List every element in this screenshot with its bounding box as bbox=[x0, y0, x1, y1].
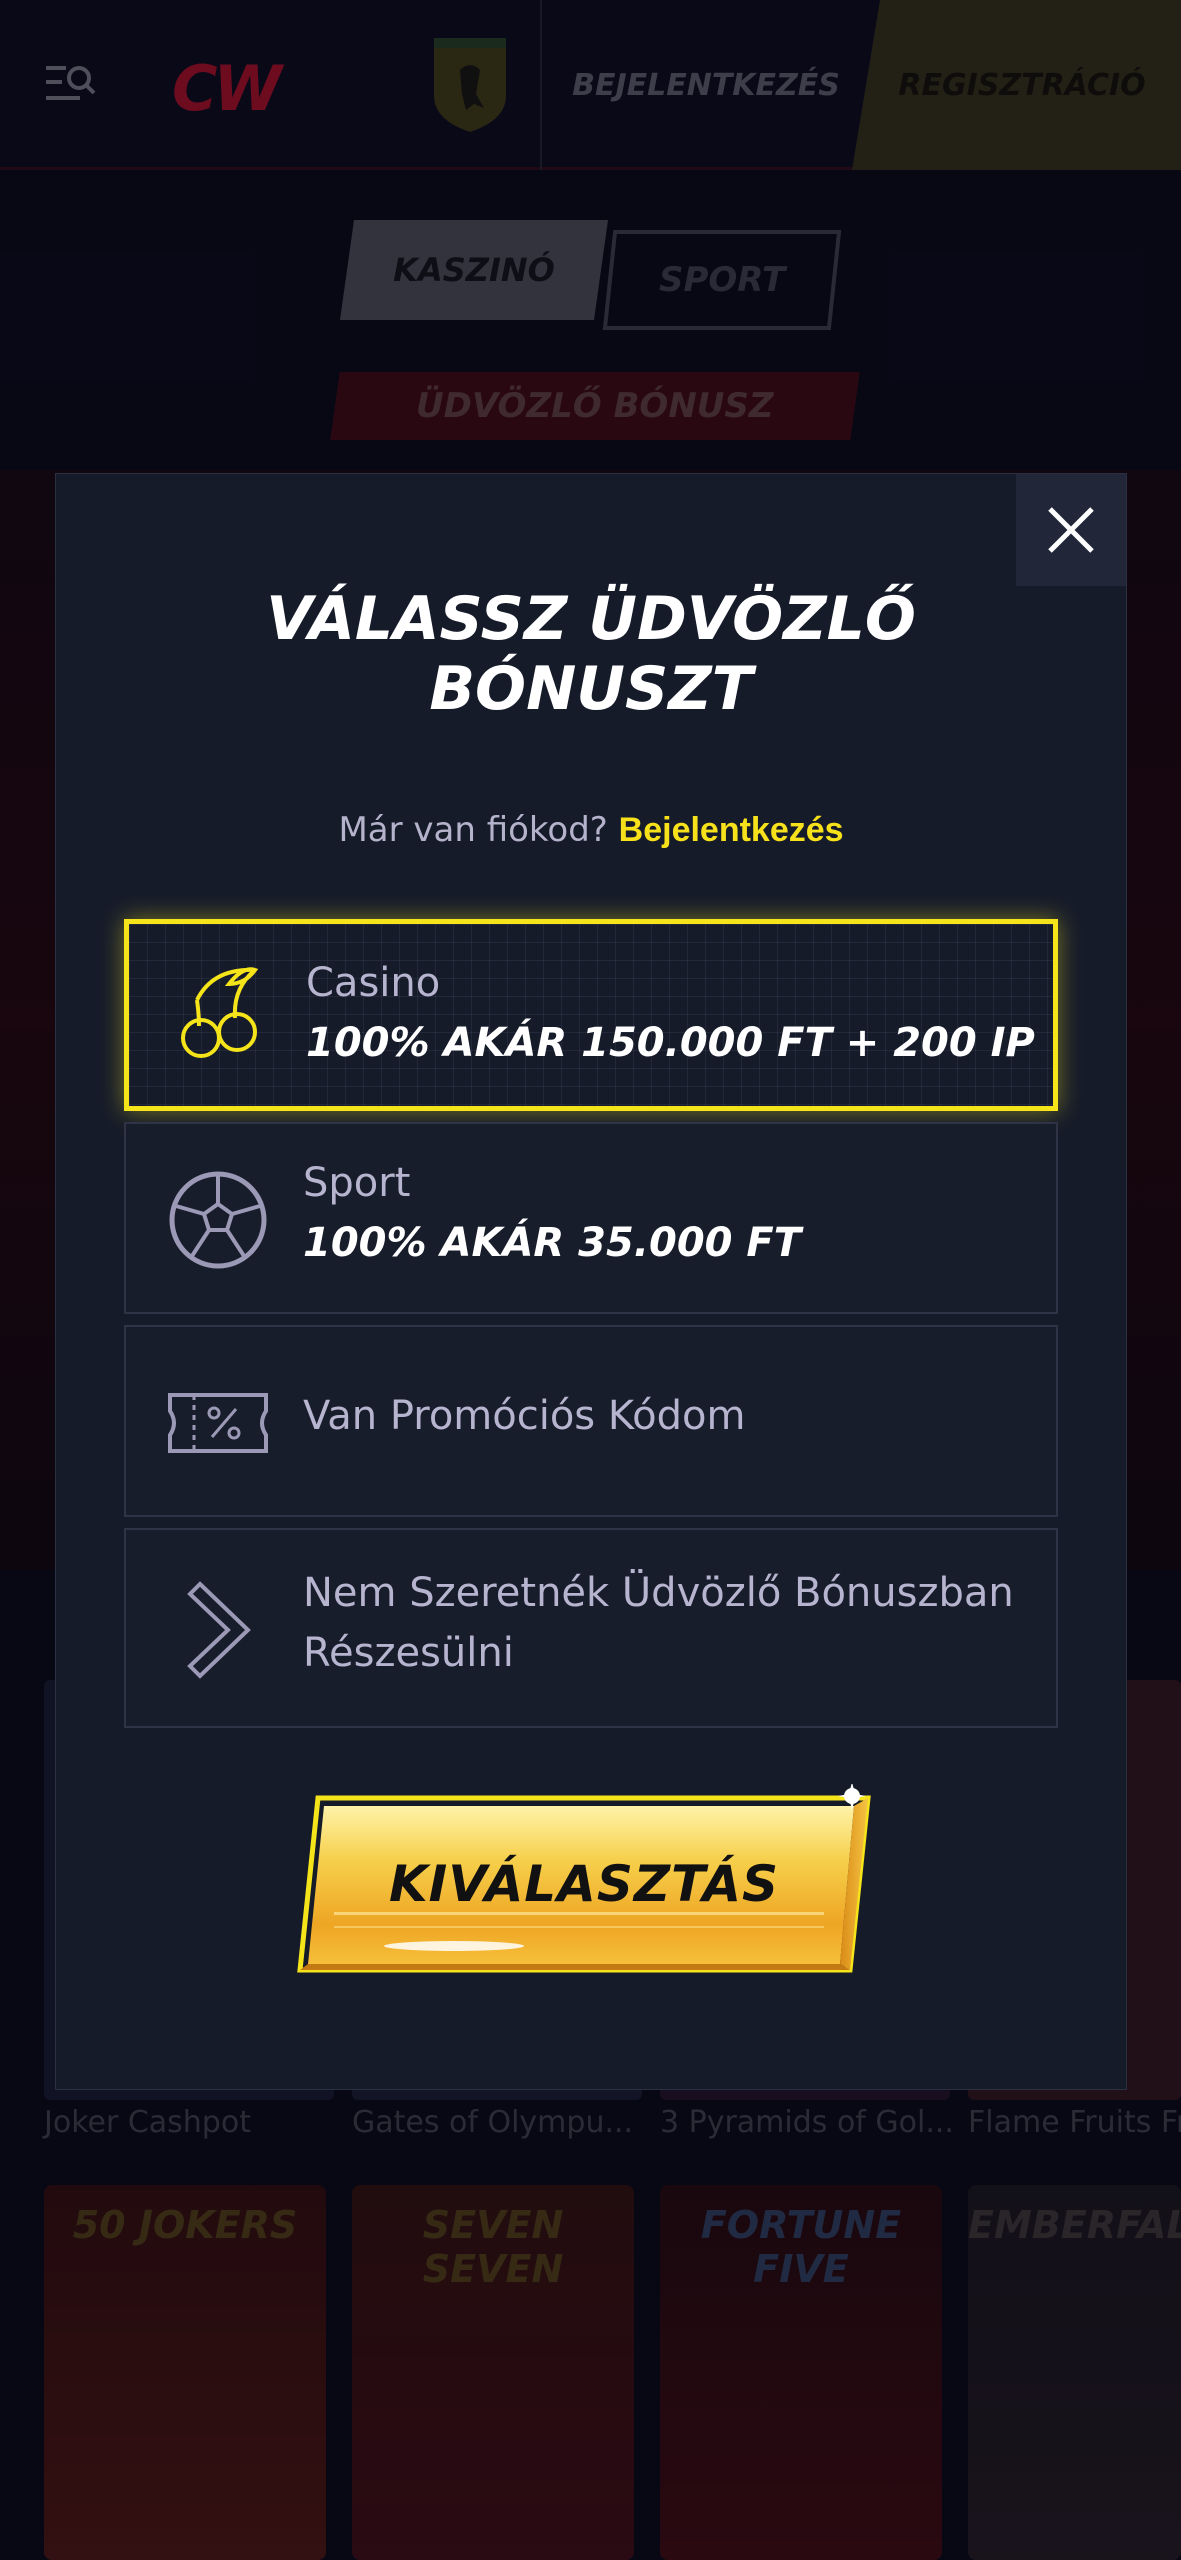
option-no-bonus[interactable]: Nem Szeretnék Üdvözlő Bónuszban Részesül… bbox=[124, 1528, 1058, 1728]
login-prompt-link[interactable]: Bejelentkezés bbox=[619, 811, 844, 849]
login-prompt-text: Már van fiókod? bbox=[338, 810, 608, 850]
option-label: Sport bbox=[303, 1160, 411, 1206]
chevron-right-icon bbox=[187, 1581, 251, 1679]
select-button-label: KIVÁLASZTÁS bbox=[388, 1855, 780, 1913]
promo-ticket-icon bbox=[168, 1393, 268, 1453]
modal-title-line2: BÓNUSZT bbox=[429, 654, 753, 724]
option-casino[interactable]: Casino 100% AKÁR 150.000 FT + 200 IP bbox=[124, 919, 1058, 1111]
cherry-icon bbox=[181, 967, 259, 1058]
option-promo-code[interactable]: Van Promóciós Kódom bbox=[124, 1325, 1058, 1517]
option-value: 100% AKÁR 150.000 FT + 200 IP bbox=[306, 1020, 1035, 1066]
login-prompt: Már van fiókod? Bejelentkezés bbox=[56, 810, 1126, 850]
option-label-line2: Részesülni bbox=[303, 1630, 514, 1676]
welcome-bonus-modal: VÁLASSZ ÜDVÖZLŐ BÓNUSZT Már van fiókod? … bbox=[55, 473, 1127, 2090]
modal-title-line1: VÁLASSZ ÜDVÖZLŐ bbox=[266, 584, 916, 654]
close-icon bbox=[1048, 507, 1094, 553]
soccer-ball-icon bbox=[169, 1171, 267, 1269]
close-button[interactable] bbox=[1016, 474, 1126, 586]
modal-title: VÁLASSZ ÜDVÖZLŐ BÓNUSZT bbox=[56, 584, 1126, 724]
option-label: Casino bbox=[306, 960, 441, 1006]
option-sport[interactable]: Sport 100% AKÁR 35.000 FT bbox=[124, 1122, 1058, 1314]
option-label: Van Promóciós Kódom bbox=[303, 1393, 746, 1439]
option-label-line1: Nem Szeretnék Üdvözlő Bónuszban bbox=[303, 1570, 1014, 1616]
option-value: 100% AKÁR 35.000 FT bbox=[303, 1220, 802, 1266]
select-button[interactable]: KIVÁLASZTÁS bbox=[294, 1784, 894, 1984]
